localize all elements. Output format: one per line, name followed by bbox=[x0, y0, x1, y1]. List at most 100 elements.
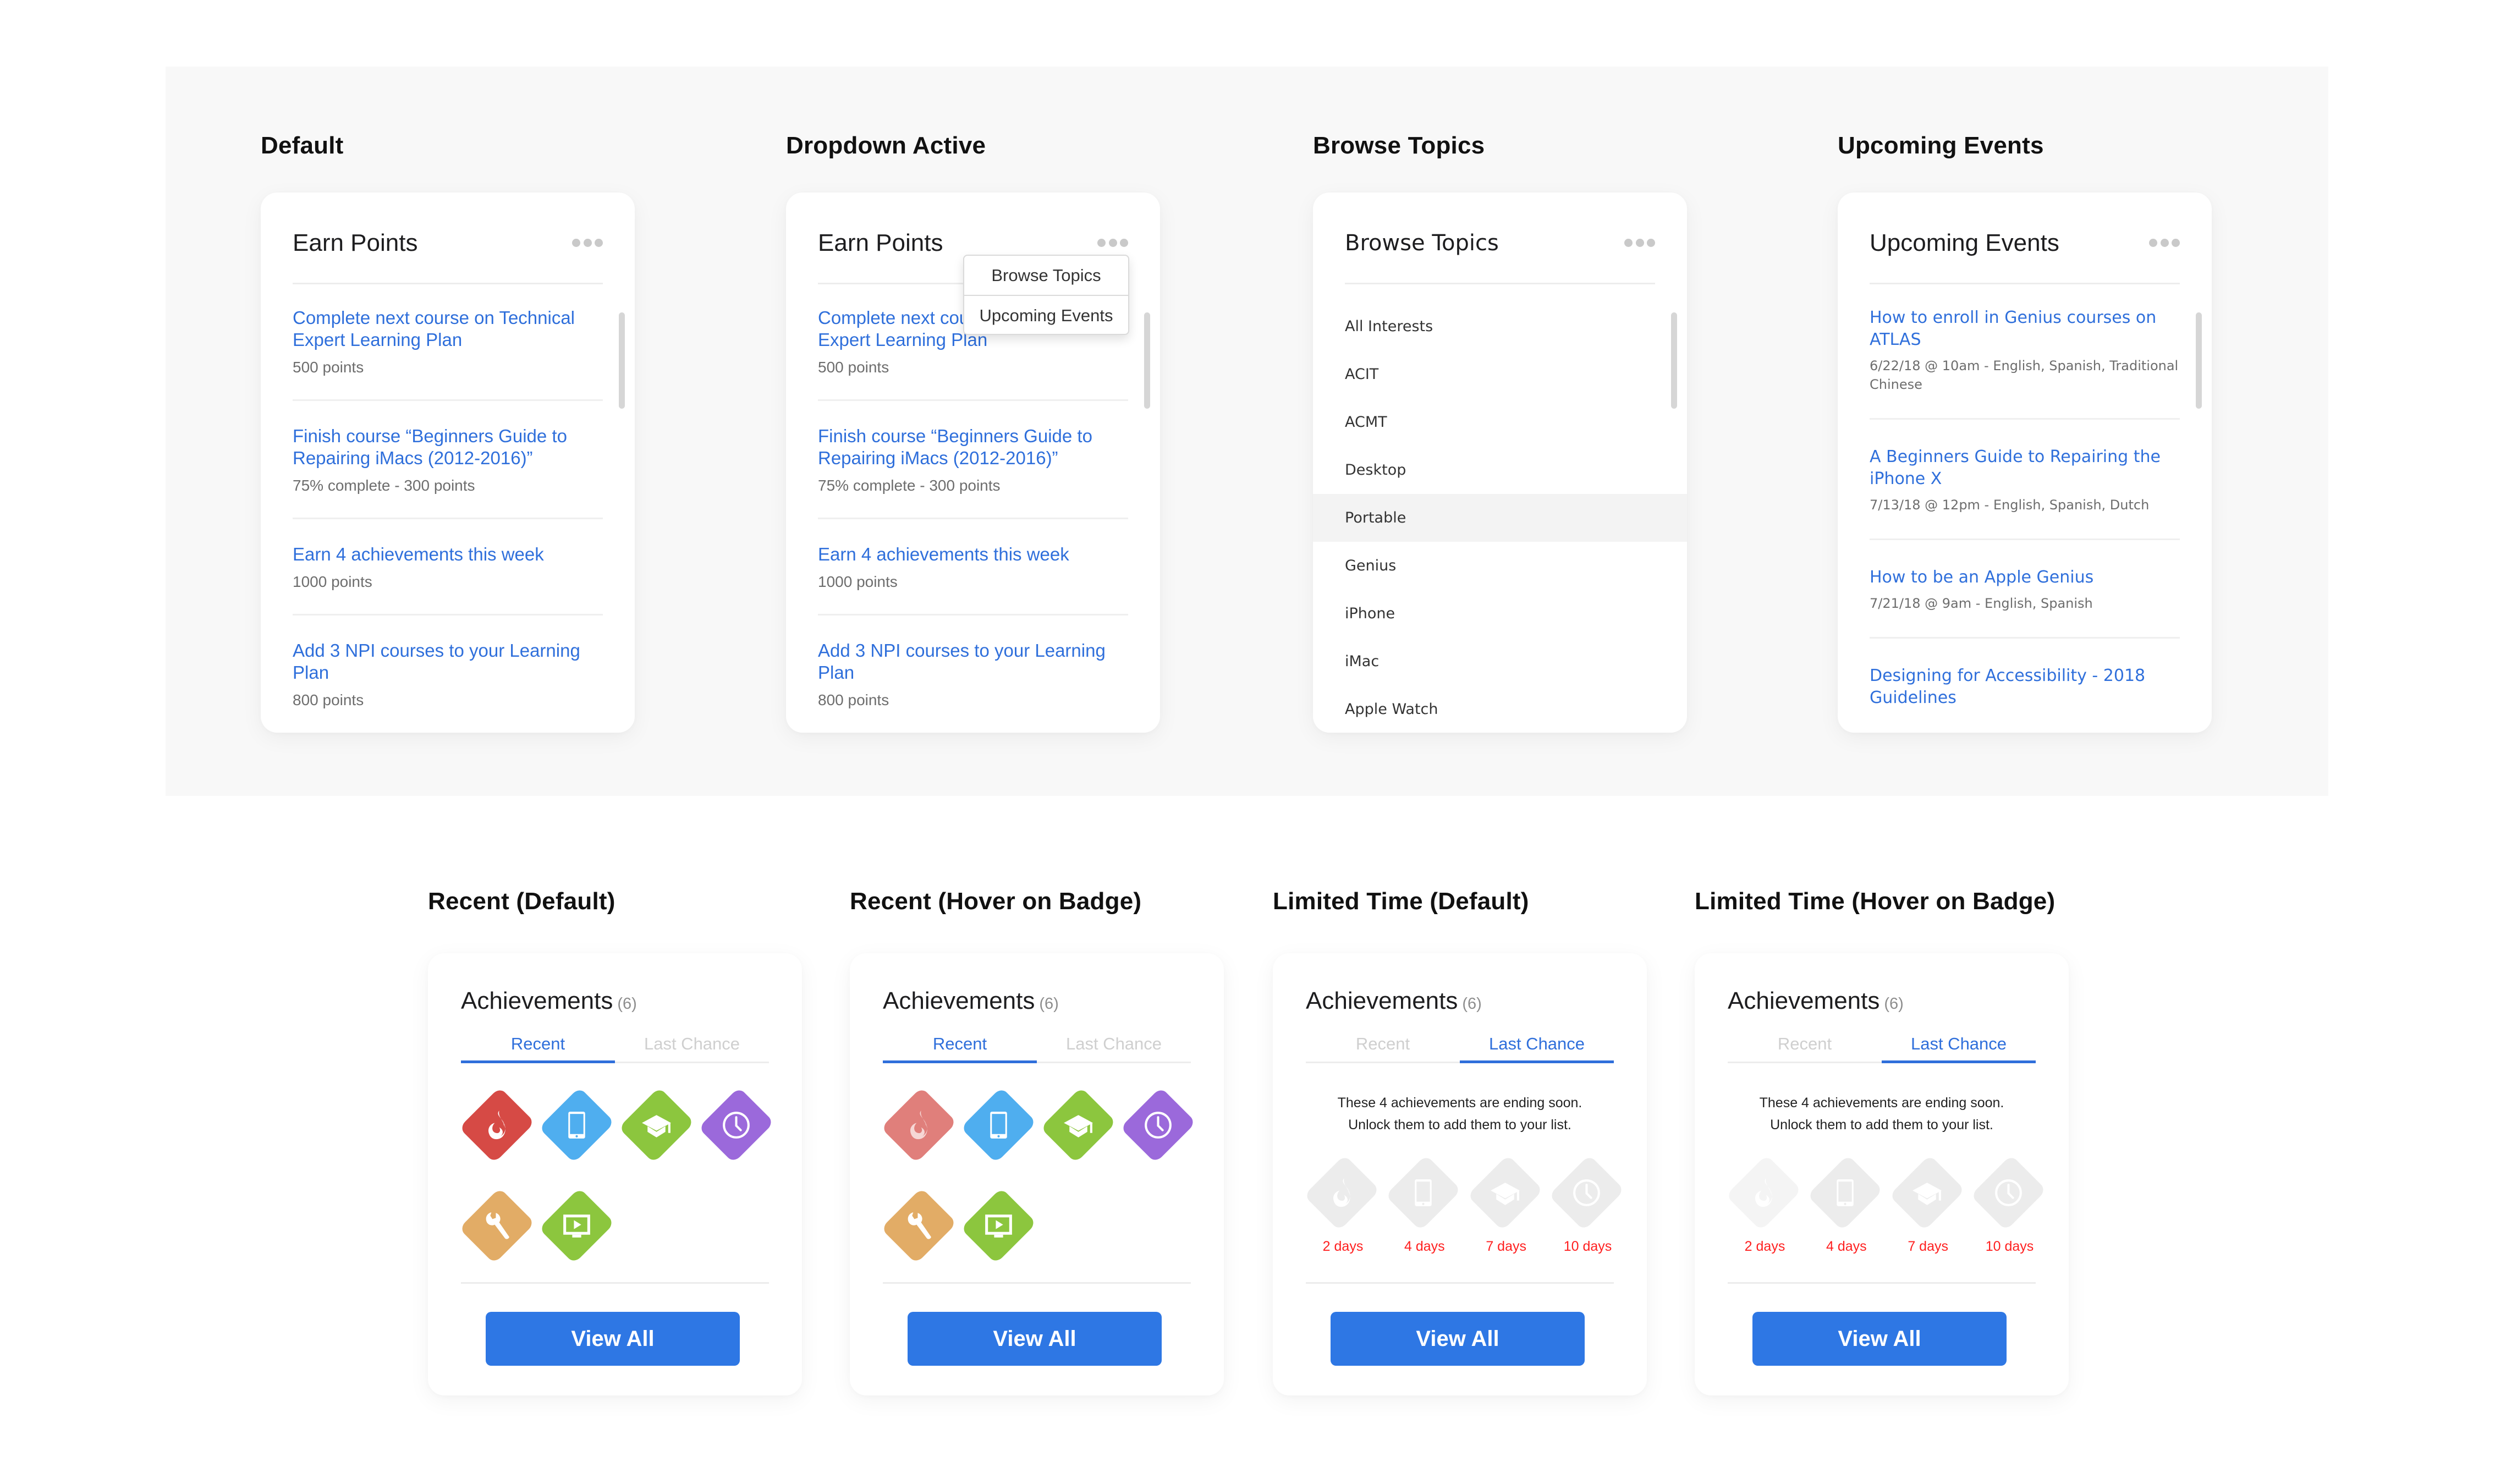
topic-item[interactable]: All Interests bbox=[1313, 303, 1687, 350]
view-all-button[interactable]: View All bbox=[1331, 1312, 1585, 1366]
divider bbox=[293, 283, 603, 284]
achievement-badge[interactable] bbox=[459, 1188, 535, 1264]
locked-badge[interactable] bbox=[1385, 1155, 1462, 1231]
topic-item[interactable]: Genius bbox=[1313, 542, 1687, 590]
locked-badge[interactable] bbox=[1548, 1155, 1625, 1231]
topic-item[interactable]: ACIT bbox=[1313, 350, 1687, 398]
more-options-icon[interactable] bbox=[2149, 239, 2180, 248]
view-all-button[interactable]: View All bbox=[908, 1312, 1162, 1366]
achievement-badge[interactable] bbox=[960, 1087, 1037, 1163]
task-link[interactable]: Add 3 NPI courses to your Learning Plan bbox=[818, 640, 1128, 684]
scrollbar[interactable] bbox=[619, 312, 625, 409]
earn-points-list: Complete next course on Technical Expert… bbox=[818, 307, 1128, 756]
event-link[interactable]: How to enroll in Genius courses on ATLAS bbox=[1870, 307, 2180, 351]
clock-icon bbox=[1569, 1175, 1604, 1211]
locked-badge[interactable] bbox=[1466, 1155, 1543, 1231]
locked-badge[interactable] bbox=[1888, 1155, 1965, 1231]
divider bbox=[883, 1282, 1191, 1284]
achievement-badge[interactable] bbox=[881, 1188, 957, 1264]
topic-item[interactable]: Apple Watch bbox=[1313, 685, 1687, 733]
event-link[interactable]: Designing for Accessibility - 2018 Guide… bbox=[1870, 665, 2180, 709]
state-title-limited-hover: Limited Time (Hover on Badge) bbox=[1695, 888, 2056, 915]
badge-grid bbox=[459, 1087, 780, 1264]
state-title-default: Default bbox=[261, 132, 344, 159]
event-link[interactable]: A Beginners Guide to Repairing the iPhon… bbox=[1870, 446, 2180, 490]
task-link[interactable]: Add 3 NPI courses to your Learning Plan bbox=[293, 640, 603, 684]
tablet-icon bbox=[1827, 1175, 1863, 1211]
topic-item[interactable]: Desktop bbox=[1313, 446, 1687, 494]
state-title-browse-topics: Browse Topics bbox=[1313, 132, 1485, 159]
clock-icon bbox=[1991, 1175, 2026, 1211]
task-points: 500 points bbox=[818, 359, 889, 376]
scrollbar[interactable] bbox=[1144, 312, 1150, 409]
achievements-title-text: Achievements bbox=[461, 987, 613, 1014]
earn-points-card: Earn Points Complete next course on Tech… bbox=[261, 193, 635, 733]
event-link[interactable]: How to be an Apple Genius bbox=[1870, 567, 2180, 589]
task-link[interactable]: Earn 4 achievements this week bbox=[293, 543, 603, 565]
task-link[interactable]: Complete next course on Technical Expert… bbox=[293, 307, 603, 351]
locked-badge[interactable] bbox=[1970, 1155, 2047, 1231]
state-title-upcoming-events: Upcoming Events bbox=[1838, 132, 2044, 159]
event-details: 7/21/18 @ 9am - English, Spanish bbox=[1870, 596, 2093, 611]
achievement-badge[interactable] bbox=[538, 1087, 615, 1163]
achievements-count: (6) bbox=[1462, 995, 1482, 1013]
tablet-icon bbox=[1405, 1175, 1441, 1211]
achievements-card-last-chance-hover: Achievements (6) Recent Last Chance These… bbox=[1695, 953, 2069, 1395]
dropdown-item-upcoming-events[interactable]: Upcoming Events bbox=[964, 295, 1128, 334]
tab-recent[interactable]: Recent bbox=[883, 1030, 1037, 1063]
tab-recent[interactable]: Recent bbox=[461, 1030, 615, 1063]
tab-recent[interactable]: Recent bbox=[1306, 1030, 1460, 1062]
achievement-badge-hovered[interactable] bbox=[881, 1087, 957, 1163]
tab-last-chance[interactable]: Last Chance bbox=[1037, 1030, 1191, 1062]
locked-badge[interactable] bbox=[1807, 1155, 1884, 1231]
days-remaining: 10 days bbox=[1563, 1239, 1612, 1254]
more-options-icon[interactable] bbox=[572, 239, 603, 248]
task-link[interactable]: Earn 4 achievements this week bbox=[818, 543, 1128, 565]
tab-recent[interactable]: Recent bbox=[1728, 1030, 1882, 1062]
locked-badge-row: 2 days 4 days 7 days 10 days bbox=[1304, 1155, 1625, 1255]
view-all-button[interactable]: View All bbox=[486, 1312, 740, 1366]
achievement-badge[interactable] bbox=[1120, 1087, 1196, 1163]
upcoming-events-card: Upcoming Events How to enroll in Genius … bbox=[1838, 193, 2212, 733]
achievement-badge[interactable] bbox=[459, 1087, 535, 1163]
locked-badge[interactable] bbox=[1304, 1155, 1380, 1231]
topic-item-hovered[interactable]: Portable bbox=[1313, 494, 1687, 542]
task-link[interactable]: Finish course “Beginners Guide to Repair… bbox=[818, 425, 1128, 469]
task-points: 800 points bbox=[293, 691, 364, 708]
tab-last-chance[interactable]: Last Chance bbox=[615, 1030, 769, 1062]
state-title-dropdown-active: Dropdown Active bbox=[786, 132, 986, 159]
divider bbox=[461, 1282, 769, 1284]
task-link[interactable]: Finish course “Beginners Guide to Repair… bbox=[293, 425, 603, 469]
task-points: 500 points bbox=[293, 359, 364, 376]
more-options-icon[interactable] bbox=[1624, 239, 1655, 248]
achievements-title: Achievements (6) bbox=[1728, 987, 1904, 1015]
achievements-count: (6) bbox=[1884, 995, 1904, 1013]
achievement-tabs: Recent Last Chance bbox=[1728, 1030, 2036, 1063]
topic-item[interactable]: ACMT bbox=[1313, 398, 1687, 446]
dropdown-item-browse-topics[interactable]: Browse Topics bbox=[964, 256, 1128, 295]
achievement-badge[interactable] bbox=[960, 1188, 1037, 1264]
achievement-badge[interactable] bbox=[698, 1087, 774, 1163]
tab-last-chance[interactable]: Last Chance bbox=[1882, 1030, 2036, 1063]
achievement-badge[interactable] bbox=[538, 1188, 615, 1264]
locked-badge-hovered[interactable] bbox=[1725, 1155, 1802, 1231]
message-line: These 4 achievements are ending soon. bbox=[1337, 1095, 1582, 1111]
achievement-tabs: Recent Last Chance bbox=[1306, 1030, 1614, 1063]
days-remaining: 10 days bbox=[1985, 1239, 2034, 1254]
earn-points-card-dropdown: Earn Points Complete next course on Tech… bbox=[786, 193, 1160, 733]
flame-icon bbox=[1746, 1175, 1782, 1211]
video-icon bbox=[559, 1208, 595, 1244]
achievements-title: Achievements (6) bbox=[883, 987, 1059, 1015]
topic-item[interactable]: iPhone bbox=[1313, 590, 1687, 637]
achievements-title-text: Achievements bbox=[1306, 987, 1458, 1014]
more-options-icon[interactable] bbox=[1097, 239, 1128, 248]
tab-last-chance[interactable]: Last Chance bbox=[1460, 1030, 1614, 1063]
topic-item[interactable]: iMac bbox=[1313, 637, 1687, 685]
days-remaining: 2 days bbox=[1322, 1239, 1364, 1254]
achievement-badge[interactable] bbox=[618, 1087, 695, 1163]
achievements-title-text: Achievements bbox=[883, 987, 1035, 1014]
view-all-button[interactable]: View All bbox=[1752, 1312, 2007, 1366]
achievement-badge[interactable] bbox=[1040, 1087, 1117, 1163]
task-points: 800 points bbox=[818, 691, 889, 708]
scrollbar[interactable] bbox=[2196, 312, 2202, 409]
